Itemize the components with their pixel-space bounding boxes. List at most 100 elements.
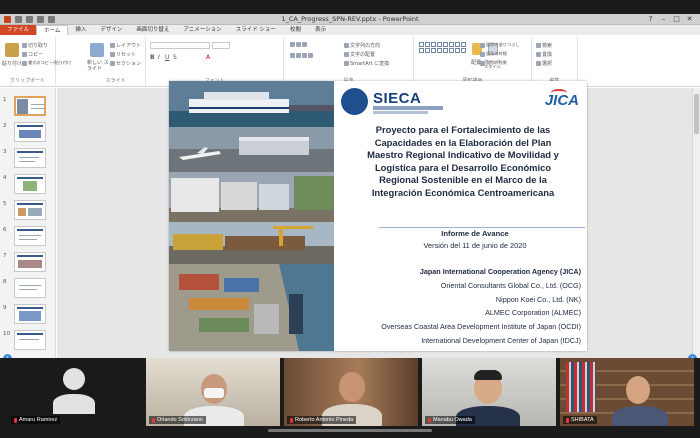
shapes-gallery[interactable] [419, 42, 466, 53]
oval-shape-icon[interactable] [437, 42, 442, 47]
pentagon-shape-icon[interactable] [449, 42, 454, 47]
tab-transitions[interactable]: 画面切り替え [129, 25, 176, 35]
slide-thumbnails-pane: 1 2 3 4 5 6 7 8 9 10 [0, 88, 56, 358]
participant-tile[interactable]: SHIBATA [560, 358, 694, 426]
shape-outline-button[interactable]: 図形の枠線 [480, 51, 507, 57]
triangle-shape-icon[interactable] [443, 42, 448, 47]
participant-body [612, 406, 668, 426]
scrollbar-thumb[interactable] [694, 94, 699, 134]
participant-tile[interactable]: Orlando Solórzano [146, 358, 280, 426]
participant-tile[interactable]: Manabu Owada [422, 358, 556, 426]
replace-button[interactable]: 置換 [536, 51, 552, 58]
thumbnail-slide-4[interactable] [14, 174, 46, 194]
current-slide[interactable]: SIECA JICA Proyecto para el Fortalecimie… [169, 81, 587, 351]
thumb-header [17, 151, 43, 153]
tab-animations[interactable]: アニメーション [176, 25, 228, 35]
shape-effects-label: 図形の効果 [486, 60, 507, 65]
thumb-header [17, 307, 43, 309]
close-button[interactable]: ✕ [683, 14, 696, 24]
tab-slideshow[interactable]: スライド ショー [229, 25, 283, 35]
thumbnail-slide-7[interactable] [14, 252, 46, 272]
shadow-button[interactable]: S [173, 54, 177, 61]
thumbnail-slide-2[interactable] [14, 122, 46, 142]
cut-button[interactable]: 切り取り [22, 42, 48, 49]
thumbnail-slide-5[interactable] [14, 200, 46, 220]
paste-button[interactable]: 貼り付け [2, 60, 22, 67]
thumbnail-slide-10[interactable] [14, 330, 46, 350]
participant-name-tag: Manabu Owada [425, 416, 475, 424]
curve-shape-icon[interactable] [437, 48, 442, 53]
text-direction-label: 文字列の方向 [350, 43, 381, 49]
more-shapes-icon[interactable] [461, 48, 466, 53]
layout-button[interactable]: レイアウト [110, 42, 141, 49]
new-slide-button[interactable]: 新しい スライド [87, 60, 109, 72]
bracket-shape-icon[interactable] [425, 48, 430, 53]
title-line: Capacidades en la Elaboración del Plan [374, 136, 552, 148]
textbox-shape-icon[interactable] [419, 48, 424, 53]
thumb-line [19, 239, 37, 240]
fill-bucket-icon [480, 42, 485, 48]
shape-fill-button[interactable]: 図形の塗りつぶし [480, 42, 520, 48]
gallery-scroll-handle[interactable] [268, 429, 432, 432]
chevron-shape-icon[interactable] [455, 48, 460, 53]
font-name-select[interactable] [150, 42, 210, 49]
bold-button[interactable]: B [150, 54, 155, 61]
thumbnail-slide-6[interactable] [14, 226, 46, 246]
tab-review[interactable]: 校閲 [283, 25, 308, 35]
tab-home[interactable]: ホーム [36, 25, 69, 35]
tab-view[interactable]: 表示 [308, 25, 333, 35]
align-text-button[interactable]: 文字の配置 [344, 51, 375, 58]
hexagon-shape-icon[interactable] [449, 48, 454, 53]
maximize-button[interactable]: □ [670, 14, 683, 24]
minimize-button[interactable]: – [657, 14, 670, 24]
tab-file[interactable]: ファイル [0, 25, 37, 35]
rounded-rect-shape-icon[interactable] [443, 48, 448, 53]
vertical-scrollbar[interactable] [692, 88, 700, 358]
thumbnail-slide-1[interactable] [14, 96, 46, 116]
font-size-select[interactable] [212, 42, 230, 49]
reset-button[interactable]: リセット [110, 51, 136, 58]
thumb-line [31, 104, 44, 105]
container-port-photo [169, 264, 334, 351]
thumbnail-slide-3[interactable] [14, 148, 46, 168]
new-slide-icon[interactable] [90, 43, 104, 57]
rectangle-shape-icon[interactable] [419, 42, 424, 47]
underline-button[interactable]: U [165, 54, 169, 61]
shape-effects-button[interactable]: 図形の効果 [480, 60, 507, 66]
paste-icon[interactable] [5, 43, 19, 57]
thumbnail-slide-8[interactable] [14, 278, 46, 298]
participant-tile[interactable]: Roberto Antonio Pineda [284, 358, 418, 426]
section-button[interactable]: セクション [110, 60, 141, 67]
help-button[interactable]: ? [644, 14, 657, 24]
callout-shape-icon[interactable] [461, 42, 466, 47]
participant-name: Amaru Ramirez [19, 417, 58, 423]
layout-icon [110, 43, 115, 48]
copy-label: コピー [28, 52, 44, 58]
section-label: セクション [116, 61, 142, 67]
organization-item: ALMEC Corporation (ALMEC) [485, 308, 581, 318]
cruise-ship-photo [169, 81, 334, 127]
brace-shape-icon[interactable] [431, 48, 436, 53]
thumbnail-slide-9[interactable] [14, 304, 46, 324]
thumb-block [19, 130, 41, 138]
clipboard-group-label: クリップボード [9, 78, 45, 84]
thumb-line [19, 285, 41, 286]
arrow-shape-icon[interactable] [431, 42, 436, 47]
star-shape-icon[interactable] [455, 42, 460, 47]
italic-button[interactable]: I [158, 54, 160, 61]
reset-icon [110, 52, 115, 57]
thumb-number: 5 [3, 201, 7, 207]
select-button[interactable]: 選択 [536, 60, 552, 67]
format-painter-button[interactable]: 書式のコピー/貼り付け [22, 60, 71, 66]
participant-tile[interactable]: Amaru Ramirez [8, 358, 142, 426]
tab-insert[interactable]: 挿入 [68, 25, 93, 35]
text-direction-button[interactable]: 文字列の方向 [344, 42, 380, 49]
tab-design[interactable]: デザイン [93, 25, 129, 35]
bullets-button[interactable] [290, 42, 308, 48]
font-color-button[interactable]: A [206, 54, 210, 61]
copy-button[interactable]: コピー [22, 51, 43, 58]
smartart-button[interactable]: SmartArt に変換 [344, 60, 389, 67]
alignment-buttons[interactable] [290, 53, 314, 59]
find-button[interactable]: 検索 [536, 42, 552, 49]
line-shape-icon[interactable] [425, 42, 430, 47]
